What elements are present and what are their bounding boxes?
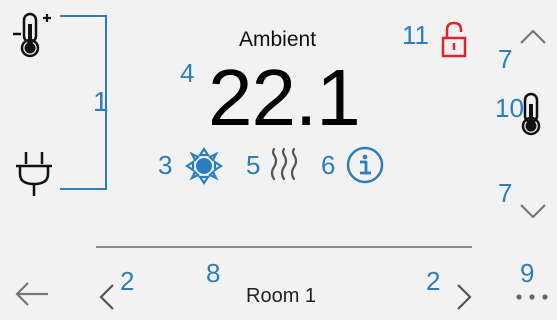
- callout-2-left: 2: [120, 266, 135, 296]
- callout-2-right: 2: [426, 266, 441, 296]
- chevron-up-icon[interactable]: [518, 26, 548, 46]
- thermometer-icon[interactable]: [518, 92, 544, 136]
- chevron-down-icon[interactable]: [518, 202, 548, 222]
- callout-9: 9: [520, 258, 535, 288]
- unlocked-lock-icon[interactable]: [440, 20, 468, 60]
- callout-11: 11: [402, 20, 429, 50]
- info-icon[interactable]: [345, 145, 385, 185]
- mode-title: Ambient: [239, 28, 317, 51]
- callout-3: 3: [158, 150, 173, 180]
- callout-5: 5: [246, 150, 261, 180]
- arrow-left-icon[interactable]: [14, 280, 50, 308]
- callout-1: 1: [93, 86, 109, 117]
- chevron-left-icon[interactable]: [98, 282, 116, 312]
- chevron-right-icon[interactable]: [455, 282, 473, 312]
- room-name[interactable]: Room 1: [246, 285, 316, 308]
- divider: [96, 246, 472, 248]
- callout-8: 8: [206, 258, 221, 288]
- thermometer-plus-icon[interactable]: [10, 12, 56, 58]
- sun-icon[interactable]: [185, 147, 223, 185]
- callout-6: 6: [321, 150, 336, 180]
- callout-4: 4: [180, 58, 195, 88]
- temperature-value: 22.1: [208, 53, 361, 142]
- more-dots-icon[interactable]: [514, 292, 550, 302]
- callout-7-bottom: 7: [498, 178, 513, 208]
- heat-waves-icon[interactable]: [268, 147, 300, 183]
- plug-icon[interactable]: [14, 150, 54, 198]
- callout-7-top: 7: [498, 44, 513, 74]
